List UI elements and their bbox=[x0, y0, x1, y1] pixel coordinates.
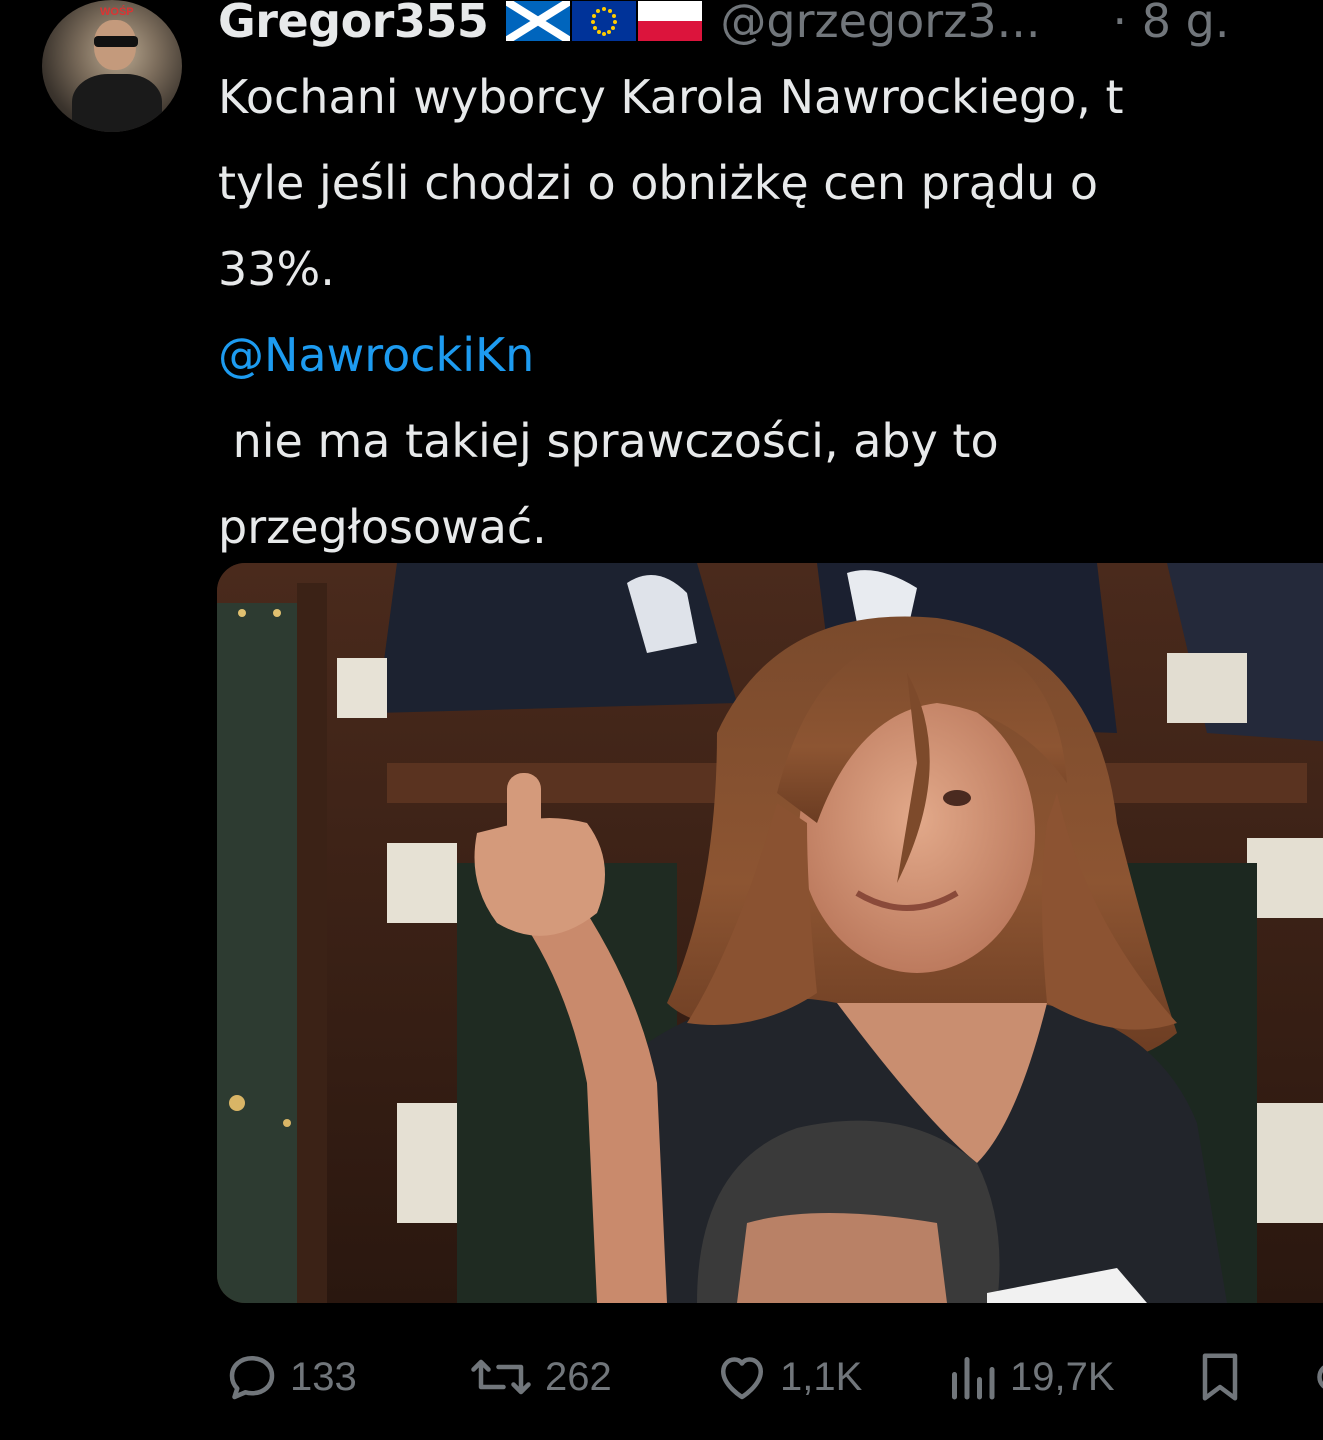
tweet-text-line: 33%. bbox=[218, 242, 335, 296]
views-icon bbox=[952, 1357, 995, 1400]
avatar-sign-text: WOŚP bbox=[100, 6, 134, 18]
share-icon bbox=[1317, 1365, 1323, 1389]
tweet-timestamp[interactable]: · 8 g. bbox=[1112, 0, 1229, 48]
eu-flag-icon bbox=[572, 1, 637, 41]
author-flags bbox=[506, 1, 703, 41]
like-button[interactable]: 1,1K bbox=[712, 1347, 862, 1407]
tweet-text-line: przegłosować. bbox=[218, 500, 547, 554]
tweet-text-line: nie ma takiej sprawczości, aby to bbox=[218, 414, 999, 468]
author-avatar[interactable]: WOŚP bbox=[42, 0, 182, 132]
views-button[interactable]: 19,7K bbox=[942, 1347, 1115, 1407]
bookmark-button[interactable] bbox=[1190, 1347, 1250, 1407]
tweet-text: Kochani wyborcy Karola Nawrockiego, t ty… bbox=[218, 54, 1323, 570]
like-icon bbox=[721, 1357, 763, 1400]
reply-count: 133 bbox=[290, 1354, 357, 1399]
bookmark-icon bbox=[1202, 1353, 1238, 1401]
like-count: 1,1K bbox=[780, 1354, 863, 1399]
photo-image bbox=[217, 563, 1323, 1303]
tweet-header: Gregor355 @grzegorz3... · 8 g. bbox=[218, 0, 1229, 50]
repost-button[interactable]: 262 bbox=[465, 1347, 612, 1407]
repost-count: 262 bbox=[545, 1354, 612, 1399]
tweet-photo[interactable] bbox=[217, 563, 1323, 1303]
author-display-name[interactable]: Gregor355 bbox=[218, 0, 489, 48]
share-button[interactable] bbox=[1297, 1347, 1323, 1407]
tweet-text-line: Kochani wyborcy Karola Nawrockiego, t bbox=[218, 70, 1124, 124]
reply-icon bbox=[229, 1356, 275, 1400]
tweet-actions: 133 262 1,1K 19,7K bbox=[222, 1347, 1323, 1407]
reply-button[interactable]: 133 bbox=[222, 1347, 357, 1407]
view-count: 19,7K bbox=[1010, 1354, 1115, 1399]
mention-link[interactable]: @NawrockiKn bbox=[218, 312, 1323, 398]
poland-flag-icon bbox=[638, 1, 703, 41]
author-handle[interactable]: @grzegorz3... bbox=[720, 0, 1040, 48]
avatar-jacket bbox=[72, 74, 162, 132]
avatar-sunglasses bbox=[94, 36, 138, 47]
repost-icon bbox=[471, 1359, 531, 1395]
scotland-flag-icon bbox=[506, 1, 571, 41]
tweet-text-line: tyle jeśli chodzi o obniżkę cen prądu o bbox=[218, 156, 1099, 210]
